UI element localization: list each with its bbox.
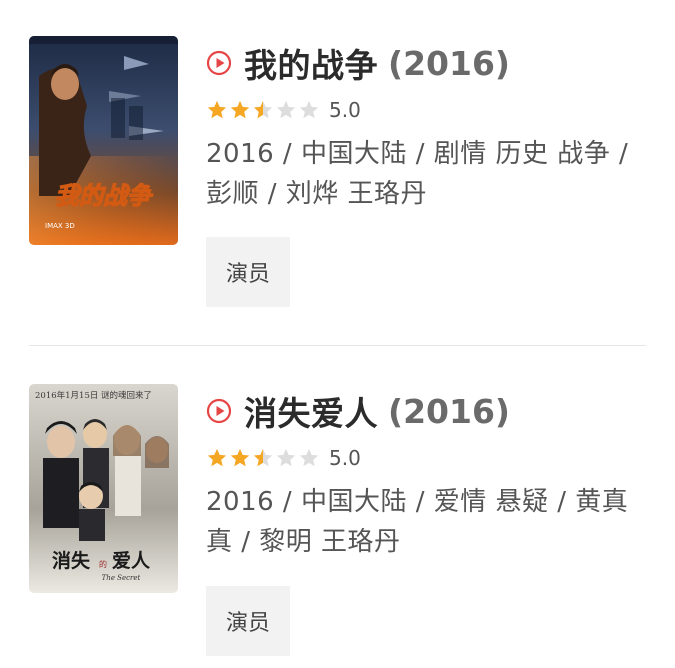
movie-title[interactable]: 消失爱人: [244, 387, 378, 435]
star-rating: [206, 447, 321, 469]
star-empty-icon: [299, 100, 319, 119]
movie-poster[interactable]: 我的战争 IMAX 3D: [29, 36, 178, 245]
svg-text:的: 的: [99, 559, 107, 569]
svg-text:IMAX 3D: IMAX 3D: [45, 222, 75, 230]
movie-title-row[interactable]: 我的战争 (2016): [206, 40, 646, 86]
cast-button[interactable]: 演员: [206, 586, 290, 656]
movie-list-item[interactable]: 我的战争 IMAX 3D 我的战争 (2016) 5.0 2016 / 中国大陆…: [0, 0, 675, 320]
star-rating: [206, 99, 321, 121]
movie-title-row[interactable]: 消失爱人 (2016): [206, 388, 646, 434]
poster-image-secret: 2016年1月15日 谜的魂回来了 消失 爱人 的 The Secret: [29, 384, 178, 593]
rating-row: 5.0: [206, 445, 646, 471]
rating-score: 5.0: [329, 446, 361, 470]
play-circle-icon[interactable]: [206, 50, 232, 76]
svg-text:消失: 消失: [52, 549, 91, 572]
poster-image-war: 我的战争 IMAX 3D: [29, 36, 178, 245]
divider: [29, 345, 646, 346]
movie-meta: 2016 / 中国大陆 / 爱情 悬疑 / 黄真真 / 黎明 王珞丹: [206, 487, 629, 557]
star-filled-icon: [207, 448, 227, 467]
star-half-icon: [253, 100, 273, 119]
play-circle-icon[interactable]: [206, 398, 232, 424]
svg-text:2016年1月15日 谜的魂回来了: 2016年1月15日 谜的魂回来了: [35, 390, 152, 401]
cast-button[interactable]: 演员: [206, 237, 290, 307]
star-half-icon: [253, 448, 273, 467]
movie-list-item[interactable]: 2016年1月15日 谜的魂回来了 消失 爱人 的 The Secret 消失爱…: [0, 348, 675, 668]
star-filled-icon: [207, 100, 227, 119]
movie-info: 消失爱人 (2016) 5.0 2016 / 中国大陆 / 爱情 悬疑 / 黄真…: [206, 388, 646, 562]
movie-title[interactable]: 我的战争: [244, 39, 378, 87]
star-empty-icon: [276, 100, 296, 119]
svg-text:爱人: 爱人: [112, 550, 151, 572]
svg-text:The Secret: The Secret: [102, 574, 141, 582]
movie-year: (2016): [388, 43, 511, 83]
movie-meta: 2016 / 中国大陆 / 剧情 历史 战争 / 彭顺 / 刘烨 王珞丹: [206, 139, 629, 209]
movie-info: 我的战争 (2016) 5.0 2016 / 中国大陆 / 剧情 历史 战争 /…: [206, 40, 646, 214]
svg-text:我的战争: 我的战争: [55, 182, 154, 210]
star-empty-icon: [299, 448, 319, 467]
rating-score: 5.0: [329, 98, 361, 122]
movie-poster[interactable]: 2016年1月15日 谜的魂回来了 消失 爱人 的 The Secret: [29, 384, 178, 593]
star-filled-icon: [230, 448, 250, 467]
star-filled-icon: [230, 100, 250, 119]
rating-row: 5.0: [206, 97, 646, 123]
star-empty-icon: [276, 448, 296, 467]
movie-year: (2016): [388, 391, 511, 431]
